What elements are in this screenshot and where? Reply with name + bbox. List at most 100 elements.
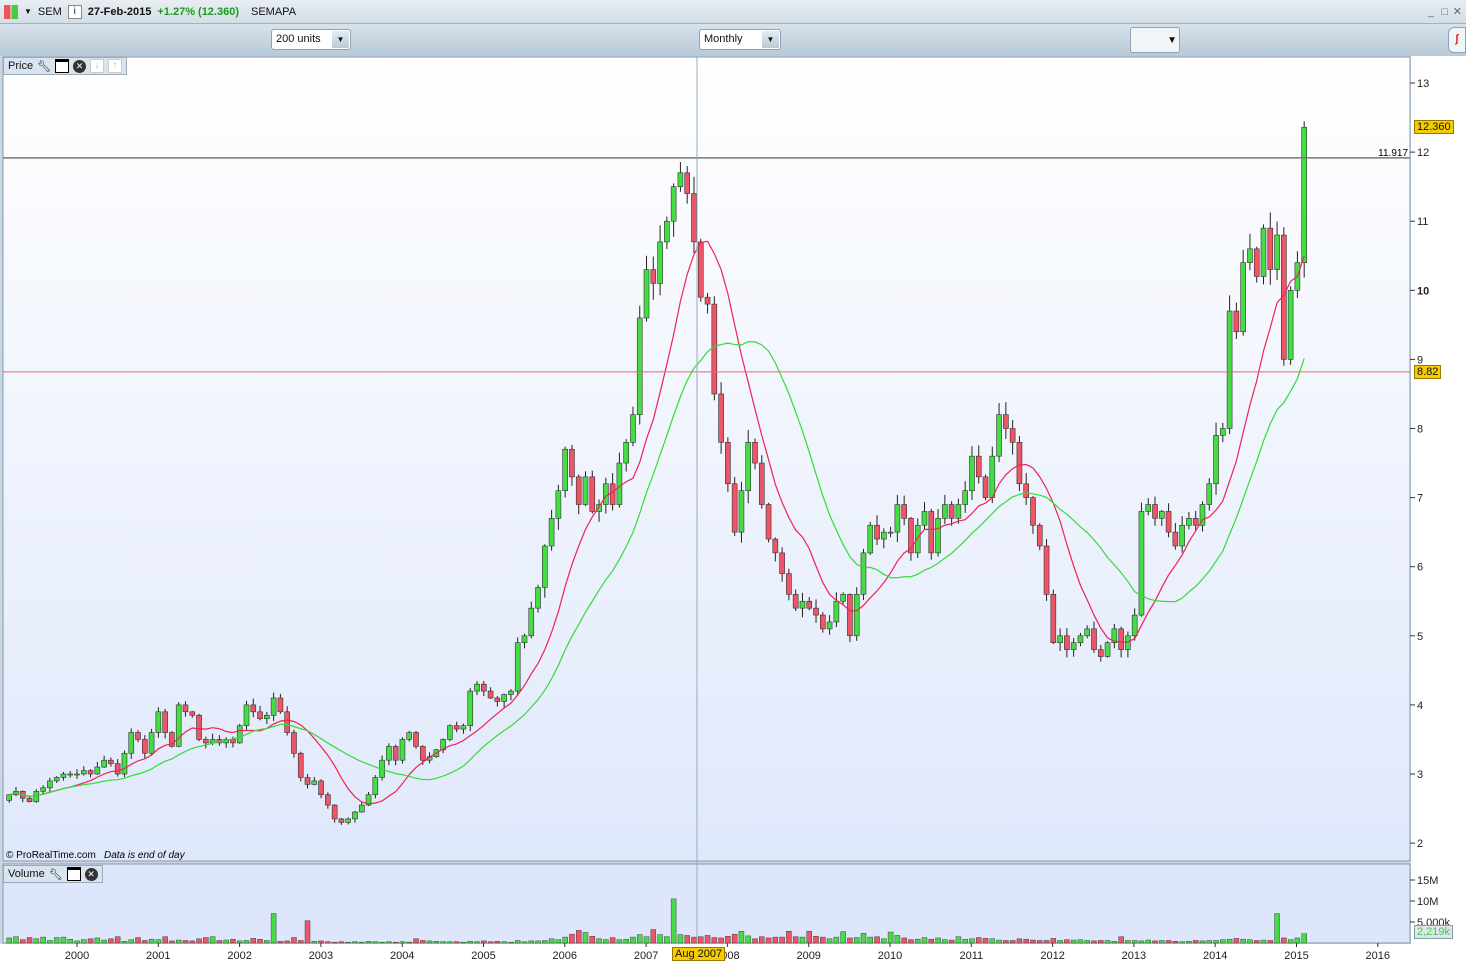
volume-bar	[182, 940, 189, 944]
indicators-button[interactable]: ▼	[1130, 27, 1180, 53]
units-select[interactable]: 200 units ▼	[271, 29, 351, 50]
volume-bar	[935, 937, 941, 944]
toolbar: 200 units ▼ Monthly ▼ ▼ ʃ	[0, 24, 1466, 56]
volume-bar	[359, 941, 365, 944]
volume-bar	[318, 940, 324, 944]
candle-down	[1097, 649, 1104, 657]
symbol-dropdown-icon[interactable]: ▼	[24, 7, 32, 16]
close-panel-icon[interactable]: ✕	[73, 59, 87, 73]
volume-bar	[833, 936, 840, 944]
maximize-icon[interactable]: □	[1441, 6, 1448, 18]
candle-up	[921, 511, 928, 526]
volume-bar	[1050, 938, 1057, 944]
chevron-down-icon: ▼	[332, 31, 349, 48]
window-icon[interactable]	[55, 59, 70, 73]
candle-down	[928, 511, 935, 554]
last-price-badge: 12.360	[1414, 120, 1454, 134]
minimize-icon[interactable]: _	[1428, 6, 1434, 18]
candle-up	[840, 594, 846, 602]
volume-bar	[786, 930, 792, 944]
close-panel-icon[interactable]: ✕	[84, 867, 98, 881]
candle-up	[860, 552, 867, 595]
volume-bar	[826, 938, 833, 944]
volume-bar	[1016, 938, 1023, 944]
volume-bar	[813, 936, 819, 944]
volume-bar	[1003, 940, 1009, 944]
volume-bar	[53, 937, 60, 944]
volume-bar	[1159, 940, 1165, 944]
candle-up	[345, 818, 352, 823]
volume-bar	[1091, 940, 1097, 944]
symbol[interactable]: SEM	[38, 6, 62, 18]
volume-bar	[521, 941, 528, 944]
candle-up	[121, 752, 128, 775]
candle-up	[467, 690, 474, 726]
price-axis	[1411, 56, 1466, 964]
volume-bar	[162, 936, 168, 944]
volume-bar	[1125, 940, 1131, 944]
volume-bar	[942, 939, 948, 944]
candle-down	[1009, 428, 1016, 443]
volume-bar	[155, 939, 162, 944]
volume-bar	[1084, 940, 1090, 944]
volume-bar	[582, 932, 589, 944]
candle-down	[718, 393, 724, 443]
period-value: Monthly	[704, 33, 743, 45]
candle-up	[399, 739, 406, 761]
volume-bar	[1260, 939, 1267, 944]
candle-down	[135, 732, 141, 740]
candle-up	[6, 794, 12, 801]
volume-bar	[1064, 939, 1070, 944]
candle-down	[189, 711, 196, 716]
trading-icon[interactable]: ʃ	[1448, 27, 1466, 53]
close-icon[interactable]: ✕	[1453, 5, 1462, 18]
volume-bar	[569, 933, 575, 944]
candle-up	[555, 490, 562, 519]
period-select[interactable]: Monthly ▼	[699, 29, 781, 50]
volume-bar	[691, 936, 697, 944]
candle-down	[494, 697, 501, 702]
candle-down	[413, 732, 419, 747]
volume-bar	[440, 941, 446, 944]
candle-down	[297, 752, 304, 778]
candle-up	[989, 455, 996, 498]
window-icon[interactable]	[66, 867, 81, 881]
volume-bar	[752, 938, 758, 944]
volume-bar	[467, 941, 473, 944]
volume-bar	[508, 941, 514, 944]
candle-down	[752, 442, 758, 464]
candle-down	[806, 600, 813, 609]
price-panel-header: Price 🔧︎ ✕ ↓ ↑	[3, 57, 128, 75]
candle-down	[948, 504, 955, 519]
candle-up	[969, 455, 975, 491]
candle-down	[338, 818, 345, 823]
candle-down	[162, 711, 168, 733]
candlestick-icon[interactable]	[4, 4, 18, 19]
candle-up	[94, 766, 101, 775]
candle-up	[562, 448, 568, 491]
candle-up	[1287, 290, 1294, 360]
info-icon[interactable]: i	[67, 4, 82, 19]
candle-down	[982, 476, 989, 498]
volume-bar	[13, 936, 19, 944]
chart-area[interactable]: 23456789101112132000 2001 2002 2003 2004 2005…	[0, 56, 1466, 964]
cursor-date-badge: Aug 2007	[672, 947, 726, 961]
wrench-icon[interactable]: 🔧︎	[49, 868, 63, 881]
candle-down	[26, 797, 33, 802]
volume-bar	[1145, 939, 1151, 944]
candle-down	[704, 296, 711, 305]
hline-label: 11.917	[1378, 148, 1408, 159]
wrench-icon[interactable]: 🔧︎	[37, 60, 51, 73]
volume-bar	[1179, 941, 1185, 944]
candle-down	[250, 704, 257, 713]
volume-bar	[1220, 939, 1226, 944]
candle-down	[142, 739, 148, 754]
candle-up	[1159, 511, 1165, 519]
candle-up	[1131, 614, 1138, 637]
candle-down	[1118, 628, 1124, 650]
candle-up	[745, 442, 752, 491]
x-tick-label: 2004	[390, 950, 414, 962]
volume-bar	[630, 936, 636, 944]
candle-up	[914, 524, 921, 554]
volume-bar	[1138, 940, 1145, 944]
